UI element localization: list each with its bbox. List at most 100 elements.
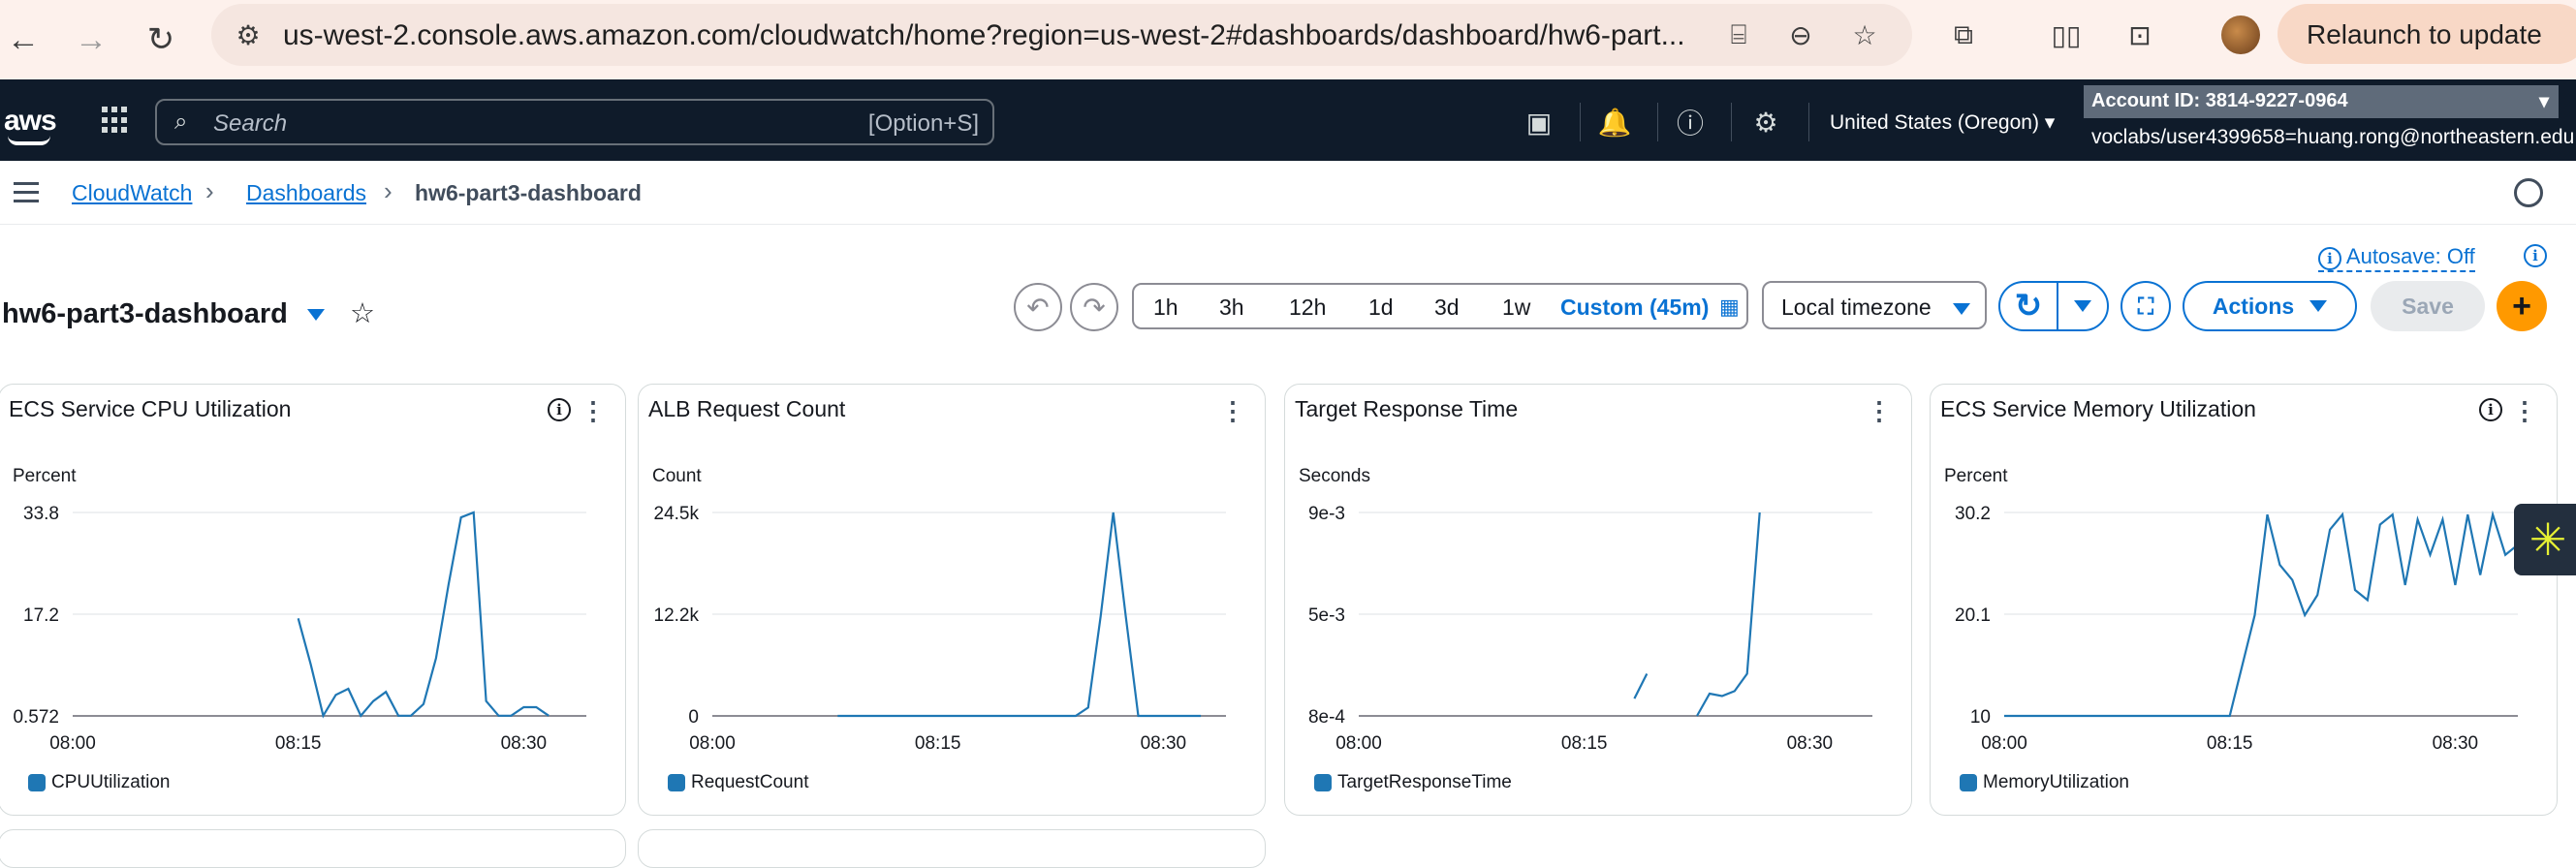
aws-logo[interactable]: aws: [4, 105, 57, 138]
back-icon[interactable]: ←: [0, 16, 47, 63]
x-tick-label: 08:15: [2207, 733, 2253, 753]
address-bar[interactable]: ⚙ us-west-2.console.aws.amazon.com/cloud…: [211, 4, 1912, 66]
more-options-icon[interactable]: ⋮: [581, 396, 606, 426]
fullscreen-button[interactable]: ⛶: [2120, 281, 2171, 331]
add-widget-button[interactable]: +: [2497, 281, 2547, 331]
refresh-interval-dropdown[interactable]: [2057, 281, 2109, 331]
legend-label[interactable]: RequestCount: [691, 772, 808, 793]
relaunch-button[interactable]: Relaunch to update: [2278, 4, 2576, 64]
favorite-star-icon[interactable]: ☆: [350, 298, 375, 329]
info-icon[interactable]: i: [2524, 244, 2547, 267]
chevron-right-icon: ›: [384, 176, 393, 205]
account-id-text: Account ID: 3814-9227-0964: [2091, 90, 2348, 111]
x-tick-label: 08:15: [915, 733, 961, 753]
settings-gear-icon[interactable]: ⚙: [1746, 103, 1785, 141]
extensions-icon[interactable]: ⧉: [1944, 16, 1983, 54]
x-tick-label: 08:00: [49, 733, 96, 753]
translate-icon[interactable]: ⌸: [1719, 16, 1758, 54]
aws-search-input[interactable]: ⌕ Search [Option+S]: [155, 99, 994, 145]
widget-requests[interactable]: ALB Request Count ⋮ Count RequestCount 24.5k…: [638, 384, 1266, 816]
legend-label[interactable]: CPUUtilization: [51, 772, 170, 793]
actions-button[interactable]: Actions: [2183, 281, 2357, 331]
y-tick-label: 8e-4: [1308, 707, 1345, 728]
time-option-12h[interactable]: 12h: [1289, 294, 1326, 321]
time-option-3d[interactable]: 3d: [1434, 294, 1460, 321]
more-options-icon[interactable]: ⋮: [1867, 396, 1892, 426]
caret-down-icon: [1953, 303, 1971, 315]
y-axis-unit: Seconds: [1299, 466, 1370, 486]
widget-cpu[interactable]: ECS Service CPU Utilization ⋮ i Percent CPUU…: [0, 384, 626, 816]
time-option-1d[interactable]: 1d: [1368, 294, 1394, 321]
search-shortcut: [Option+S]: [867, 110, 979, 137]
x-tick-label: 08:30: [1141, 733, 1187, 753]
menu-hamburger-icon[interactable]: [14, 182, 39, 208]
time-option-custom[interactable]: Custom (45m): [1560, 294, 1709, 321]
time-range-selector[interactable]: 1h 3h 12h 1d 3d 1w Custom (45m) ▦: [1132, 283, 1748, 329]
undo-icon[interactable]: ↶: [1014, 283, 1062, 331]
help-icon[interactable]: ⓘ: [1671, 103, 1710, 141]
more-options-icon[interactable]: ⋮: [2512, 396, 2537, 426]
widget-memory[interactable]: ECS Service Memory Utilization ⋮ i Percent M…: [1930, 384, 2558, 816]
divider: [1731, 103, 1732, 141]
redo-icon[interactable]: ↷: [1070, 283, 1118, 331]
y-axis-unit: Percent: [1944, 466, 2008, 486]
info-icon[interactable]: i: [548, 398, 571, 421]
y-axis-unit: Count: [652, 466, 702, 486]
assistant-sparkle-icon[interactable]: ✳: [2514, 504, 2576, 575]
breadcrumb-cloudwatch[interactable]: CloudWatch: [72, 180, 192, 206]
forward-icon[interactable]: →: [68, 16, 114, 63]
autosave-toggle[interactable]: i Autosave: Off: [2318, 244, 2475, 272]
time-option-3h[interactable]: 3h: [1219, 294, 1244, 321]
x-tick-label: 08:15: [275, 733, 322, 753]
y-tick-label: 9e-3: [1308, 504, 1345, 524]
legend-swatch: [1314, 774, 1332, 791]
reading-list-icon[interactable]: ▯▯: [2047, 16, 2086, 54]
x-tick-label: 08:00: [689, 733, 736, 753]
series-line[interactable]: [1633, 673, 1649, 699]
caret-down-icon[interactable]: [306, 309, 325, 322]
divider: [1657, 103, 1658, 141]
timezone-select[interactable]: Local timezone: [1762, 281, 1987, 329]
refresh-button[interactable]: ↻: [1998, 281, 2058, 331]
legend-label[interactable]: MemoryUtilization: [1983, 772, 2129, 793]
search-placeholder: Search: [213, 110, 288, 137]
y-tick-label: 17.2: [23, 605, 59, 626]
calendar-icon[interactable]: ▦: [1719, 294, 1740, 320]
reload-icon[interactable]: ↻: [138, 16, 184, 63]
x-tick-label: 08:15: [1561, 733, 1608, 753]
widget-response-time[interactable]: Target Response Time ⋮ Seconds TargetRespon…: [1284, 384, 1912, 816]
settings-hex-icon[interactable]: [2514, 178, 2543, 207]
legend-label[interactable]: TargetResponseTime: [1337, 772, 1512, 793]
save-button[interactable]: Save: [2371, 281, 2485, 331]
caret-down-icon: [2074, 300, 2091, 312]
divider: [1580, 103, 1581, 141]
line-chart: 33.8 17.2 0.572 08:00 08:15 08:30: [13, 504, 586, 753]
services-grid-icon[interactable]: [102, 107, 129, 134]
widget-stub: [638, 829, 1266, 868]
time-option-1h[interactable]: 1h: [1153, 294, 1178, 321]
site-settings-icon[interactable]: ⚙: [229, 16, 267, 54]
widget-stub: [0, 829, 626, 868]
time-option-1w[interactable]: 1w: [1502, 294, 1530, 321]
refresh-icon: ↻: [2014, 288, 2043, 325]
profile-avatar[interactable]: [2221, 16, 2260, 54]
line-chart: 9e-3 5e-3 8e-4 08:00 08:15 08:30: [1308, 504, 1872, 753]
region-selector[interactable]: United States (Oregon) ▾: [1830, 110, 2055, 135]
zoom-icon[interactable]: ⊖: [1781, 16, 1820, 54]
breadcrumb-dashboards[interactable]: Dashboards: [246, 180, 366, 206]
x-tick-label: 08:00: [1335, 733, 1382, 753]
dashboard-title[interactable]: hw6-part3-dashboard ☆: [2, 296, 375, 330]
line-chart: 30.2 20.1 10 08:00 08:15 08:30: [1955, 504, 2544, 753]
tab-search-icon[interactable]: ⊡: [2120, 16, 2159, 54]
timezone-label: Local timezone: [1781, 294, 1932, 320]
chevron-right-icon: ›: [205, 176, 214, 205]
account-id[interactable]: Account ID: 3814-9227-0964 ▾: [2084, 85, 2559, 118]
user-identity: voclabs/user4399658=huang.rong@northeast…: [2091, 126, 2575, 148]
bookmark-star-icon[interactable]: ☆: [1845, 16, 1884, 54]
notifications-bell-icon[interactable]: 🔔: [1595, 103, 1634, 141]
aws-logo-smile: [8, 136, 50, 145]
cloudshell-icon[interactable]: ▣: [1520, 103, 1558, 141]
more-options-icon[interactable]: ⋮: [1220, 396, 1245, 426]
info-icon[interactable]: i: [2479, 398, 2502, 421]
x-tick-label: 08:30: [501, 733, 548, 753]
